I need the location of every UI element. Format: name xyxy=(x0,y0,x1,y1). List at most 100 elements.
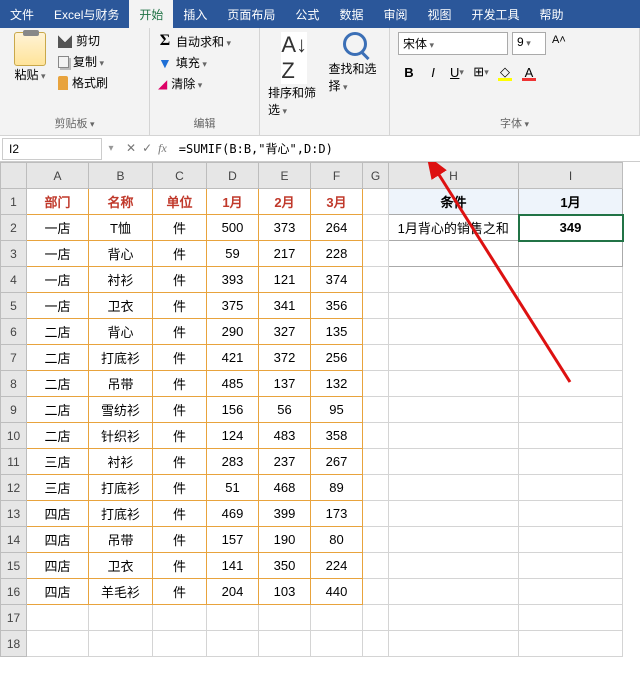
row-header-10[interactable]: 10 xyxy=(1,423,27,449)
cell-A13[interactable]: 四店 xyxy=(27,501,89,527)
cell-D1[interactable]: 1月 xyxy=(207,189,259,215)
cell-D16[interactable]: 204 xyxy=(207,579,259,605)
cell-F11[interactable]: 267 xyxy=(311,449,363,475)
row-header-1[interactable]: 1 xyxy=(1,189,27,215)
font-color-button[interactable]: A xyxy=(518,61,540,83)
cell-H13[interactable] xyxy=(389,501,519,527)
cell-I2[interactable]: 349 xyxy=(519,215,623,241)
cell-H11[interactable] xyxy=(389,449,519,475)
cell-H18[interactable] xyxy=(389,631,519,657)
col-header-C[interactable]: C xyxy=(153,163,207,189)
cell-B4[interactable]: 衬衫 xyxy=(89,267,153,293)
cell-H2[interactable]: 1月背心的销售之和 xyxy=(389,215,519,241)
cell-E2[interactable]: 373 xyxy=(259,215,311,241)
cell-H5[interactable] xyxy=(389,293,519,319)
cell-D7[interactable]: 421 xyxy=(207,345,259,371)
cell-B8[interactable]: 吊带 xyxy=(89,371,153,397)
row-header-18[interactable]: 18 xyxy=(1,631,27,657)
cell-C3[interactable]: 件 xyxy=(153,241,207,267)
menu-tab-8[interactable]: 视图 xyxy=(417,0,461,28)
cell-B14[interactable]: 吊带 xyxy=(89,527,153,553)
cell-C12[interactable]: 件 xyxy=(153,475,207,501)
cell-C5[interactable]: 件 xyxy=(153,293,207,319)
row-header-6[interactable]: 6 xyxy=(1,319,27,345)
cell-B5[interactable]: 卫衣 xyxy=(89,293,153,319)
cell-G3[interactable] xyxy=(363,241,389,267)
cell-H16[interactable] xyxy=(389,579,519,605)
cell-G13[interactable] xyxy=(363,501,389,527)
col-header-D[interactable]: D xyxy=(207,163,259,189)
cell-E5[interactable]: 341 xyxy=(259,293,311,319)
row-header-8[interactable]: 8 xyxy=(1,371,27,397)
cancel-formula-button[interactable]: ✕ xyxy=(126,141,136,156)
cell-E13[interactable]: 399 xyxy=(259,501,311,527)
underline-button[interactable]: U xyxy=(446,61,468,83)
cell-I6[interactable] xyxy=(519,319,623,345)
copy-button[interactable]: 复制 xyxy=(58,53,108,70)
cell-C13[interactable]: 件 xyxy=(153,501,207,527)
cell-H12[interactable] xyxy=(389,475,519,501)
cell-A18[interactable] xyxy=(27,631,89,657)
cell-G12[interactable] xyxy=(363,475,389,501)
row-header-11[interactable]: 11 xyxy=(1,449,27,475)
cell-D6[interactable]: 290 xyxy=(207,319,259,345)
cell-G16[interactable] xyxy=(363,579,389,605)
cell-B16[interactable]: 羊毛衫 xyxy=(89,579,153,605)
cell-F5[interactable]: 356 xyxy=(311,293,363,319)
cell-F18[interactable] xyxy=(311,631,363,657)
cell-F15[interactable]: 224 xyxy=(311,553,363,579)
cell-C17[interactable] xyxy=(153,605,207,631)
cell-H3[interactable] xyxy=(389,241,519,267)
autosum-button[interactable]: Σ自动求和 xyxy=(158,32,251,50)
cell-C14[interactable]: 件 xyxy=(153,527,207,553)
cell-E17[interactable] xyxy=(259,605,311,631)
cut-button[interactable]: 剪切 xyxy=(58,32,108,49)
cell-G8[interactable] xyxy=(363,371,389,397)
cell-A9[interactable]: 二店 xyxy=(27,397,89,423)
border-button[interactable]: ⊞ xyxy=(470,61,492,83)
cell-D8[interactable]: 485 xyxy=(207,371,259,397)
cell-G9[interactable] xyxy=(363,397,389,423)
cell-G15[interactable] xyxy=(363,553,389,579)
cell-E10[interactable]: 483 xyxy=(259,423,311,449)
cell-H9[interactable] xyxy=(389,397,519,423)
cell-I14[interactable] xyxy=(519,527,623,553)
row-header-7[interactable]: 7 xyxy=(1,345,27,371)
row-header-17[interactable]: 17 xyxy=(1,605,27,631)
bold-button[interactable]: B xyxy=(398,61,420,83)
cell-C16[interactable]: 件 xyxy=(153,579,207,605)
cell-E3[interactable]: 217 xyxy=(259,241,311,267)
cell-A8[interactable]: 二店 xyxy=(27,371,89,397)
cell-G1[interactable] xyxy=(363,189,389,215)
row-header-12[interactable]: 12 xyxy=(1,475,27,501)
cell-D9[interactable]: 156 xyxy=(207,397,259,423)
cell-D3[interactable]: 59 xyxy=(207,241,259,267)
cell-H4[interactable] xyxy=(389,267,519,293)
cell-G11[interactable] xyxy=(363,449,389,475)
accept-formula-button[interactable]: ✓ xyxy=(142,141,152,156)
cell-D13[interactable]: 469 xyxy=(207,501,259,527)
menu-tab-1[interactable]: Excel与财务 xyxy=(44,0,129,28)
cell-A6[interactable]: 二店 xyxy=(27,319,89,345)
cell-C11[interactable]: 件 xyxy=(153,449,207,475)
cell-D5[interactable]: 375 xyxy=(207,293,259,319)
cell-D10[interactable]: 124 xyxy=(207,423,259,449)
cell-B11[interactable]: 衬衫 xyxy=(89,449,153,475)
cell-D17[interactable] xyxy=(207,605,259,631)
cell-H8[interactable] xyxy=(389,371,519,397)
cell-I9[interactable] xyxy=(519,397,623,423)
cell-A7[interactable]: 二店 xyxy=(27,345,89,371)
cell-F7[interactable]: 256 xyxy=(311,345,363,371)
cell-F9[interactable]: 95 xyxy=(311,397,363,423)
menu-tab-4[interactable]: 页面布局 xyxy=(217,0,285,28)
row-header-5[interactable]: 5 xyxy=(1,293,27,319)
fill-button[interactable]: ▼填充 xyxy=(158,54,251,71)
cell-A11[interactable]: 三店 xyxy=(27,449,89,475)
cell-C9[interactable]: 件 xyxy=(153,397,207,423)
cell-A5[interactable]: 一店 xyxy=(27,293,89,319)
cell-F12[interactable]: 89 xyxy=(311,475,363,501)
cell-I10[interactable] xyxy=(519,423,623,449)
cell-C2[interactable]: 件 xyxy=(153,215,207,241)
cell-G7[interactable] xyxy=(363,345,389,371)
cell-B1[interactable]: 名称 xyxy=(89,189,153,215)
